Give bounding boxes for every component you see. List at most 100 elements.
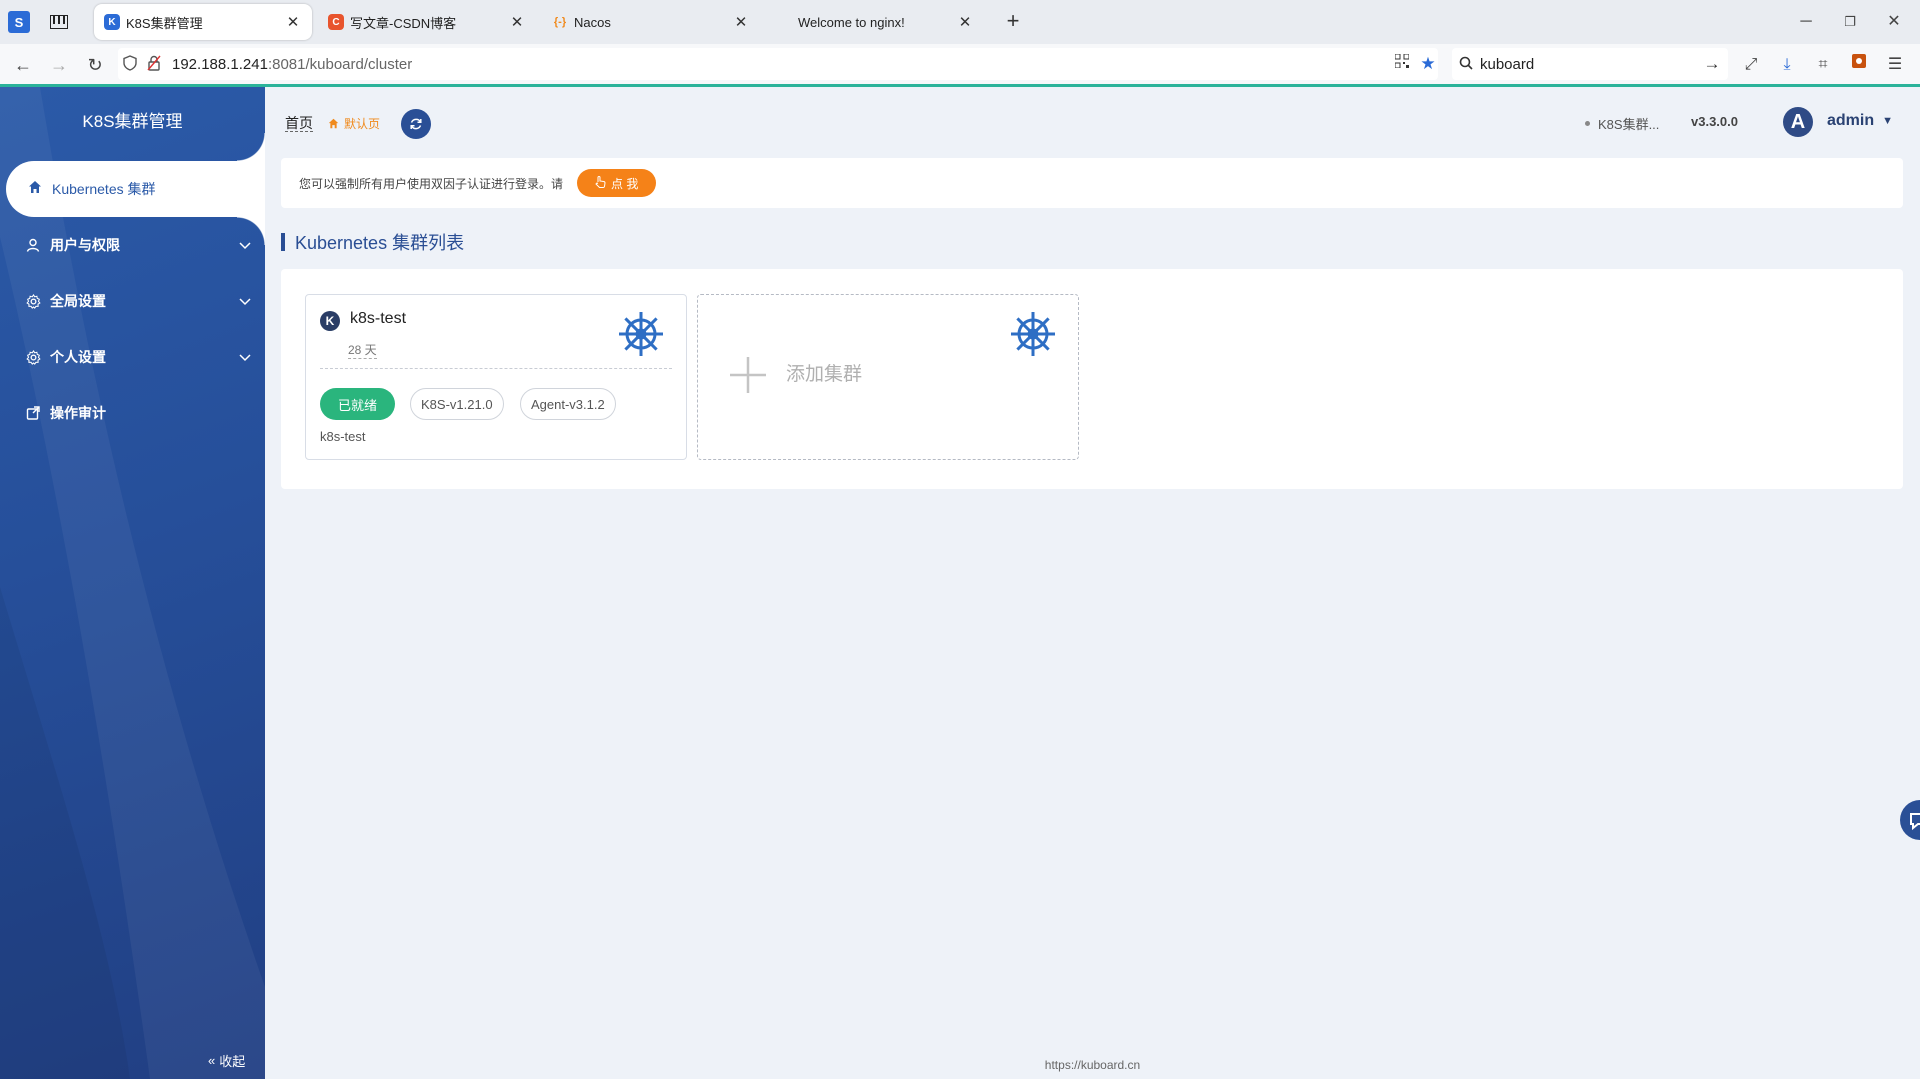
reload-icon[interactable]: ↻ [82, 52, 108, 78]
tab-title: 写文章-CSDN博客 [350, 15, 457, 31]
tab-title: Welcome to nginx! [798, 14, 905, 30]
sidebar-collapse-button[interactable]: « 收起 [208, 1051, 245, 1070]
close-icon[interactable]: ✕ [284, 13, 302, 31]
sidebar-item-personal-settings[interactable]: 个人设置 [0, 335, 265, 379]
bookmark-star-icon[interactable]: ★ [1416, 54, 1440, 74]
avatar[interactable]: A [1783, 107, 1813, 137]
tab-k8s[interactable]: K K8S集群管理 ✕ [94, 4, 312, 40]
refresh-icon [410, 118, 422, 130]
sidebar-item-users-permissions[interactable]: 用户与权限 [0, 223, 265, 267]
hand-pointer-icon [595, 175, 606, 191]
cluster-name[interactable]: k8s-test [350, 310, 406, 328]
url-text[interactable]: 192.188.1.241:8081/kuboard/cluster [172, 56, 412, 73]
plus-icon [730, 357, 766, 393]
menu-icon[interactable]: ☰ [1882, 52, 1908, 78]
sidebar-item-kubernetes-cluster[interactable]: Kubernetes 集群 [6, 133, 265, 245]
close-icon[interactable]: ✕ [508, 13, 526, 31]
close-icon[interactable]: ✕ [732, 13, 750, 31]
cluster-card[interactable]: K k8s-test 28 天 已就绪 K8S-v1.21.0 Agent-v3… [305, 294, 687, 460]
main-content: 首页 默认页 K8S集群... v3.3.0.0 A admin ▼ 您可以强制… [265, 87, 1920, 1079]
blank-favicon-icon [776, 14, 792, 30]
agent-version-badge: Agent-v3.1.2 [520, 388, 616, 420]
tab-nginx[interactable]: Welcome to nginx! ✕ [766, 4, 984, 40]
kubernetes-helm-icon [1011, 312, 1055, 356]
close-icon[interactable]: ✕ [956, 13, 974, 31]
double-chevron-left-icon: « [208, 1053, 216, 1068]
user-menu[interactable]: admin ▼ [1827, 112, 1893, 130]
breadcrumb-home-link[interactable]: 首页 [285, 115, 313, 132]
browser-search-box[interactable]: kuboard → [1452, 48, 1728, 80]
sidebar-item-label: 用户与权限 [50, 237, 120, 253]
download-icon[interactable]: ⤓ [1774, 52, 1800, 78]
forward-arrow-icon[interactable]: → [46, 52, 72, 78]
sidebar-item-audit[interactable]: 操作审计 [0, 391, 265, 435]
current-cluster-chip[interactable]: K8S集群... [1585, 114, 1659, 133]
top-bar: 首页 默认页 K8S集群... v3.3.0.0 A admin ▼ [265, 87, 1920, 147]
click-me-button[interactable]: 点 我 [577, 169, 657, 197]
sidebar-item-label: 个人设置 [50, 349, 106, 365]
minimize-icon[interactable]: ─ [1786, 10, 1826, 34]
search-icon [1452, 56, 1480, 73]
back-arrow-icon[interactable]: ← [10, 52, 36, 78]
card-divider [320, 368, 672, 369]
tab-title: K8S集群管理 [126, 15, 203, 31]
extension-icon[interactable] [1846, 52, 1872, 78]
k8s-favicon-icon: K [104, 14, 120, 30]
piano-icon[interactable] [48, 11, 70, 33]
add-cluster-card[interactable]: 添加集群 [697, 294, 1079, 460]
chevron-down-icon [225, 237, 265, 253]
user-icon [24, 236, 42, 254]
add-cluster-label: 添加集群 [786, 364, 863, 385]
tab-nacos[interactable]: {-} Nacos ✕ [542, 4, 760, 40]
tab-title: Nacos [574, 14, 611, 30]
app-s-icon[interactable]: S [8, 11, 30, 33]
audit-icon [24, 404, 42, 422]
address-bar[interactable]: 192.188.1.241:8081/kuboard/cluster ★ [118, 48, 1438, 80]
browser-tab-bar: S K K8S集群管理 ✕ C 写文章-CSDN博客 ✕ {-} Nacos ✕… [0, 0, 1920, 44]
restore-icon[interactable]: ❐ [1830, 10, 1870, 34]
search-go-arrow-icon[interactable]: → [1696, 54, 1728, 74]
breadcrumb-default-label: 默认页 [344, 117, 381, 131]
csdn-favicon-icon: C [328, 14, 344, 30]
sidebar-item-label: Kubernetes 集群 [52, 181, 156, 197]
home-icon [328, 118, 339, 129]
section-title-text: Kubernetes 集群列表 [295, 233, 465, 253]
tab-csdn[interactable]: C 写文章-CSDN博客 ✕ [318, 4, 536, 40]
cluster-age: 28 天 [348, 343, 377, 359]
window-close-icon[interactable]: ✕ [1874, 10, 1914, 34]
qr-code-icon[interactable] [1390, 53, 1414, 74]
shield-icon[interactable] [118, 54, 142, 74]
breadcrumb-default-page[interactable]: 默认页 [328, 115, 380, 132]
cluster-list-panel: K k8s-test 28 天 已就绪 K8S-v1.21.0 Agent-v3… [281, 269, 1903, 489]
chevron-down-icon [225, 293, 265, 309]
cluster-chip-label: K8S集群... [1598, 117, 1660, 132]
status-dot [1585, 121, 1590, 126]
chat-icon [1910, 813, 1920, 831]
sidebar-title: K8S集群管理 [82, 112, 183, 131]
collapse-label: 收起 [219, 1054, 246, 1069]
chat-support-button[interactable] [1900, 800, 1920, 840]
nacos-favicon-icon: {-} [553, 16, 567, 28]
url-host: 192.188.1.241 [172, 55, 268, 73]
sidebar: K8S集群管理 Kubernetes 集群 用户与权限 全局设置 个人设置 操作… [0, 87, 265, 1079]
sidebar-item-global-settings[interactable]: 全局设置 [0, 279, 265, 323]
expand-icon[interactable]: ⤢ [1738, 52, 1764, 78]
version-label: v3.3.0.0 [1691, 114, 1738, 129]
sidebar-item-label: 操作审计 [50, 405, 106, 421]
refresh-button[interactable] [401, 109, 431, 139]
section-title: Kubernetes 集群列表 [281, 229, 464, 255]
notice-text: 您可以强制所有用户使用双因子认证进行登录。请 [299, 176, 564, 191]
sidebar-item-label: 全局设置 [50, 293, 106, 309]
search-input[interactable]: kuboard [1480, 56, 1696, 73]
two-factor-notice: 您可以强制所有用户使用双因子认证进行登录。请 点 我 [281, 158, 1903, 208]
chevron-down-icon [225, 349, 265, 365]
crop-icon[interactable]: ⌗ [1810, 52, 1836, 78]
gear-icon [24, 292, 42, 310]
caret-down-icon: ▼ [1882, 115, 1894, 127]
footer-link[interactable]: https://kuboard.cn [265, 1058, 1920, 1072]
new-tab-plus-icon[interactable]: + [1000, 8, 1026, 34]
status-badge: 已就绪 [320, 388, 396, 420]
insecure-lock-icon[interactable] [142, 55, 166, 74]
cluster-description: k8s-test [320, 429, 366, 444]
url-path: :8081/kuboard/cluster [267, 55, 413, 73]
